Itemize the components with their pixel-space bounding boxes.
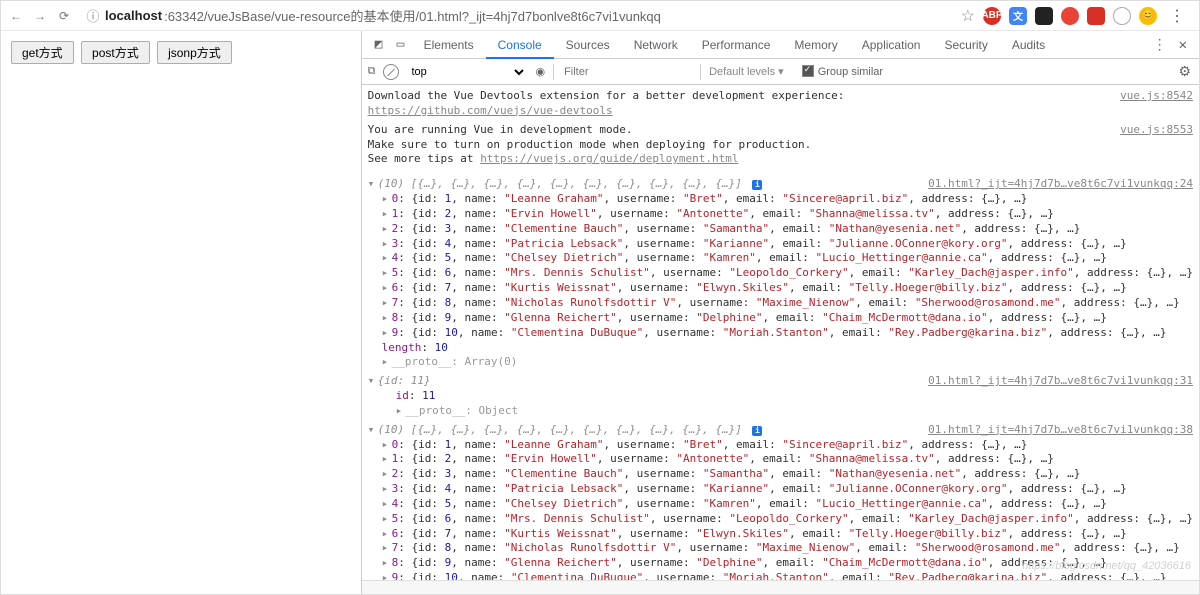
post-button[interactable]: post方式: [81, 41, 150, 64]
context-select[interactable]: top: [407, 65, 527, 79]
url-host: localhost: [105, 8, 162, 23]
ext-icon[interactable]: [1113, 7, 1131, 25]
tab-console[interactable]: Console: [486, 31, 554, 59]
array-entry[interactable]: 2: {id: 3, name: "Clementine Bauch", use…: [382, 222, 1193, 237]
clear-console-icon[interactable]: [383, 64, 399, 80]
extension-icons: ☆ ABP 文 😊 ⋮: [961, 6, 1193, 26]
console-line: See more tips at https://vuejs.org/guide…: [368, 152, 1193, 167]
array-entry[interactable]: 9: {id: 10, name: "Clementina DuBuque", …: [382, 326, 1193, 341]
info-icon: i: [752, 426, 762, 436]
array-entry[interactable]: 0: {id: 1, name: "Leanne Graham", userna…: [382, 192, 1193, 207]
watermark: https://blog.csdn.net/qq_42036616: [1022, 560, 1191, 572]
source-link[interactable]: 01.html?_ijt=4hj7d7b…ve8t6c7vi1vunkqq:38: [928, 423, 1193, 438]
source-link[interactable]: 01.html?_ijt=4hj7d7b…ve8t6c7vi1vunkqq:31: [928, 374, 1193, 389]
log-levels-select[interactable]: Default levels ▾: [709, 65, 784, 78]
array-entry[interactable]: 9: {id: 10, name: "Clementina DuBuque", …: [382, 571, 1193, 580]
info-icon: ⓘ: [85, 6, 101, 25]
devtools-extension-link[interactable]: https://github.com/vuejs/vue-devtools: [368, 104, 613, 117]
array-entry[interactable]: 4: {id: 5, name: "Chelsey Dietrich", use…: [382, 251, 1193, 266]
array-entry[interactable]: 4: {id: 5, name: "Chelsey Dietrich", use…: [382, 497, 1193, 512]
tab-sources[interactable]: Sources: [554, 31, 622, 59]
browser-address-bar: ← → ⟳ ⓘ localhost :63342/vueJsBase/vue-r…: [1, 1, 1199, 31]
translate-icon[interactable]: 文: [1009, 7, 1027, 25]
deployment-guide-link[interactable]: https://vuejs.org/guide/deployment.html: [480, 152, 738, 165]
array-entry[interactable]: 6: {id: 7, name: "Kurtis Weissnat", user…: [382, 527, 1193, 542]
devtools-panel: ◩ ▭ Elements Console Sources Network Per…: [362, 31, 1199, 594]
divider: [553, 64, 554, 80]
array-entry[interactable]: 1: {id: 2, name: "Ervin Howell", usernam…: [382, 207, 1193, 222]
ext-icon[interactable]: [1061, 7, 1079, 25]
devtools-close-icon[interactable]: ✕: [1173, 37, 1193, 53]
console-line: You are running Vue in development mode.: [368, 123, 1193, 138]
array-entry[interactable]: 6: {id: 7, name: "Kurtis Weissnat", user…: [382, 281, 1193, 296]
url-field[interactable]: ⓘ localhost :63342/vueJsBase/vue-resourc…: [79, 4, 955, 28]
tab-memory[interactable]: Memory: [782, 31, 849, 59]
array-entry[interactable]: 7: {id: 8, name: "Nicholas Runolfsdottir…: [382, 541, 1193, 556]
source-link[interactable]: vue.js:8542: [1120, 89, 1193, 104]
array-entry[interactable]: 5: {id: 6, name: "Mrs. Dennis Schulist",…: [382, 266, 1193, 281]
inspect-icon[interactable]: ◩: [368, 37, 390, 52]
bookmark-star-icon[interactable]: ☆: [961, 6, 975, 26]
ext-icon[interactable]: [1087, 7, 1105, 25]
ext-icon[interactable]: [1035, 7, 1053, 25]
array-entry[interactable]: 0: {id: 1, name: "Leanne Graham", userna…: [382, 438, 1193, 453]
device-toggle-icon[interactable]: ▭: [390, 37, 412, 52]
array-entry[interactable]: 3: {id: 4, name: "Patricia Lebsack", use…: [382, 237, 1193, 252]
url-path: :63342/vueJsBase/vue-resource的基本使用/01.ht…: [164, 6, 661, 25]
ext-icon[interactable]: 😊: [1139, 7, 1157, 25]
console-sidebar-toggle-icon[interactable]: ⧉: [368, 65, 376, 78]
console-filter-bar: ⧉ top ◉ Default levels ▾ Group similar ⚙: [362, 59, 1199, 85]
tab-security[interactable]: Security: [932, 31, 999, 59]
array-entry[interactable]: 3: {id: 4, name: "Patricia Lebsack", use…: [382, 482, 1193, 497]
array-entry[interactable]: 2: {id: 3, name: "Clementine Bauch", use…: [382, 467, 1193, 482]
source-link[interactable]: vue.js:8553: [1120, 123, 1193, 138]
array-entry[interactable]: 1: {id: 2, name: "Ervin Howell", usernam…: [382, 452, 1193, 467]
abp-icon[interactable]: ABP: [983, 7, 1001, 25]
tab-application[interactable]: Application: [850, 31, 933, 59]
console-line: Download the Vue Devtools extension for …: [368, 89, 1193, 104]
array-entry[interactable]: 8: {id: 9, name: "Glenna Reichert", user…: [382, 311, 1193, 326]
devtools-tabs: ◩ ▭ Elements Console Sources Network Per…: [362, 31, 1199, 59]
source-link[interactable]: 01.html?_ijt=4hj7d7b…ve8t6c7vi1vunkqq:24: [928, 177, 1193, 192]
browser-menu-icon[interactable]: ⋮: [1165, 6, 1189, 26]
jsonp-button[interactable]: jsonp方式: [157, 41, 232, 64]
array-entry[interactable]: 7: {id: 8, name: "Nicholas Runolfsdottir…: [382, 296, 1193, 311]
nav-back-icon[interactable]: ←: [7, 7, 25, 25]
info-icon: i: [752, 180, 762, 190]
tab-audits[interactable]: Audits: [1000, 31, 1057, 59]
page-content: get方式 post方式 jsonp方式: [1, 31, 362, 594]
console-filter-input[interactable]: [562, 65, 692, 79]
divider: [700, 64, 701, 80]
tab-elements[interactable]: Elements: [412, 31, 486, 59]
nav-forward-icon[interactable]: →: [31, 7, 49, 25]
console-output: vue.js:8542 Download the Vue Devtools ex…: [362, 85, 1199, 580]
devtools-menu-icon[interactable]: ⋮: [1147, 37, 1173, 53]
tab-performance[interactable]: Performance: [690, 31, 783, 59]
array-entry[interactable]: 5: {id: 6, name: "Mrs. Dennis Schulist",…: [382, 512, 1193, 527]
group-similar-toggle[interactable]: Group similar: [802, 65, 883, 78]
tab-network[interactable]: Network: [622, 31, 690, 59]
console-line: Make sure to turn on production mode whe…: [368, 138, 1193, 153]
get-button[interactable]: get方式: [11, 41, 74, 64]
eye-icon[interactable]: ◉: [535, 65, 545, 78]
horizontal-scrollbar[interactable]: [362, 580, 1199, 594]
console-settings-icon[interactable]: ⚙: [1178, 63, 1193, 80]
nav-reload-icon[interactable]: ⟳: [55, 7, 73, 25]
